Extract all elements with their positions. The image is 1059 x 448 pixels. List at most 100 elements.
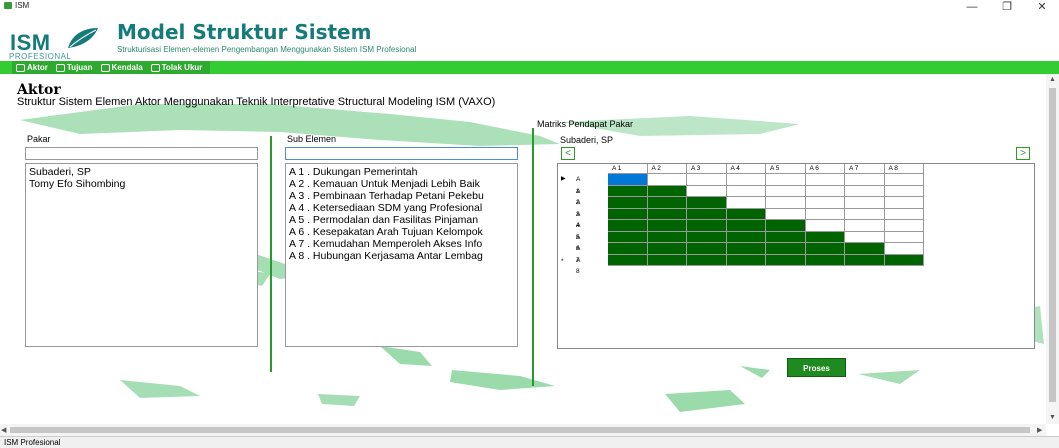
matrix-cell[interactable] [884,254,924,266]
matrix-cell[interactable] [884,243,924,255]
matrix-label: Matriks Pendapat Pakar [537,119,634,129]
matrix-cell[interactable] [845,185,885,197]
scroll-down-icon[interactable]: ▼ [1049,414,1056,421]
matrix-cell[interactable] [805,243,845,255]
matrix-cell[interactable] [766,208,806,220]
matrix-cell[interactable] [845,220,885,232]
measure-icon [150,63,160,72]
matrix-cell[interactable] [608,231,648,243]
row-header[interactable]: A 8 [576,255,580,278]
matrix-cell[interactable] [884,208,924,220]
matrix-cell[interactable] [726,254,766,266]
menu-item-aktor[interactable]: Aktor [12,61,52,74]
matrix-cell[interactable] [608,220,648,232]
matrix-cell[interactable] [884,197,924,209]
window-title: ISM [15,1,30,10]
proses-button[interactable]: Proses [787,358,846,377]
matrix-cell[interactable] [805,174,845,186]
matrix-cell[interactable] [766,185,806,197]
scroll-left-icon[interactable]: ◀ [1,426,6,434]
list-item[interactable]: A 2 . Kemauan Untuk Menjadi Lebih Baik [289,178,514,190]
matrix-cell[interactable] [647,174,687,186]
matrix-cell[interactable] [608,208,648,220]
menu-item-kendala[interactable]: Kendala [97,61,147,74]
matrix-cell[interactable] [845,254,885,266]
matrix-cell[interactable] [884,174,924,186]
matrix-cell[interactable] [608,185,648,197]
scroll-thumb[interactable] [1049,88,1056,402]
matrix-cell[interactable] [647,231,687,243]
matrix-cell[interactable] [805,231,845,243]
matrix-cell[interactable] [726,174,766,186]
list-item[interactable]: Subaderi, SP [29,166,254,178]
scroll-up-icon[interactable]: ▲ [1049,76,1056,83]
scroll-thumb[interactable] [10,427,1030,433]
matrix-cell[interactable] [845,208,885,220]
matrix-cell[interactable] [647,197,687,209]
prev-expert-button[interactable]: < [561,147,575,160]
list-item[interactable]: A 8 . Hubungan Kerjasama Antar Lembag [289,250,514,262]
list-item[interactable]: Tomy Efo Sihombing [29,178,254,190]
matrix-cell[interactable] [726,220,766,232]
pakar-list[interactable]: Subaderi, SP Tomy Efo Sihombing [25,163,258,347]
matrix-grid[interactable]: A 1A 2A 3A 4A 5A 6A 7A 8 ▶ A 1A 2A 3A 4A 5… [557,163,1035,349]
menu-item-tolak-ukur[interactable]: Tolak Ukur [147,61,207,74]
sub-elemen-search-input[interactable] [285,147,518,160]
list-item[interactable]: A 1 . Dukungan Pemerintah [289,166,514,178]
matrix-cell[interactable] [687,197,727,209]
matrix-cell[interactable] [845,231,885,243]
matrix-cell[interactable] [845,174,885,186]
list-item[interactable]: A 6 . Kesepakatan Arah Tujuan Kelompok [289,226,514,238]
matrix-cell[interactable] [766,174,806,186]
matrix-cell[interactable] [687,174,727,186]
matrix-cell[interactable] [687,220,727,232]
matrix-cell[interactable] [647,220,687,232]
matrix-cell[interactable] [647,243,687,255]
matrix-cell[interactable] [687,254,727,266]
matrix-cell[interactable] [687,208,727,220]
matrix-cell[interactable] [766,243,806,255]
pakar-search-input[interactable] [25,147,258,160]
matrix-cell[interactable] [805,254,845,266]
next-expert-button[interactable]: > [1016,147,1030,160]
vertical-scrollbar[interactable]: ▲ ▼ [1046,74,1059,424]
matrix-cell[interactable] [805,197,845,209]
menu-item-tujuan[interactable]: Tujuan [52,61,97,74]
matrix-cell[interactable] [805,220,845,232]
matrix-cell[interactable] [805,208,845,220]
matrix-cell[interactable] [687,243,727,255]
matrix-cell[interactable] [608,243,648,255]
matrix-cell[interactable] [647,208,687,220]
matrix-cell[interactable] [845,197,885,209]
list-item[interactable]: A 7 . Kemudahan Memperoleh Akses Info [289,238,514,250]
matrix-cell[interactable] [647,185,687,197]
matrix-cell[interactable] [726,208,766,220]
matrix-cell[interactable] [766,220,806,232]
matrix-cell[interactable] [766,197,806,209]
matrix-cell[interactable] [726,231,766,243]
matrix-cell[interactable] [766,254,806,266]
matrix-cell[interactable] [884,185,924,197]
scroll-right-icon[interactable]: ▶ [1037,426,1042,434]
matrix-cell[interactable] [845,243,885,255]
matrix-cell[interactable] [884,220,924,232]
matrix-cell[interactable] [687,185,727,197]
list-item[interactable]: A 5 . Permodalan dan Fasilitas Pinjaman [289,214,514,226]
matrix-cell[interactable] [726,243,766,255]
matrix-cell[interactable] [884,231,924,243]
matrix-cell[interactable] [805,185,845,197]
horizontal-scrollbar[interactable]: ◀ ▶ [0,424,1046,436]
matrix-cell[interactable] [687,231,727,243]
matrix-cell[interactable] [608,254,648,266]
menu-item-label: Tolak Ukur [161,63,203,72]
list-item[interactable]: A 3 . Pembinaan Terhadap Petani Pekebu [289,190,514,202]
matrix-cell[interactable] [726,185,766,197]
sub-elemen-label: Sub Elemen [287,134,337,144]
matrix-cell[interactable] [766,231,806,243]
sub-elemen-list[interactable]: A 1 . Dukungan Pemerintah A 2 . Kemauan … [285,163,518,347]
matrix-cell[interactable] [726,197,766,209]
matrix-cell[interactable] [608,174,648,186]
list-item[interactable]: A 4 . Ketersediaan SDM yang Profesional [289,202,514,214]
matrix-cell[interactable] [647,254,687,266]
matrix-cell[interactable] [608,197,648,209]
